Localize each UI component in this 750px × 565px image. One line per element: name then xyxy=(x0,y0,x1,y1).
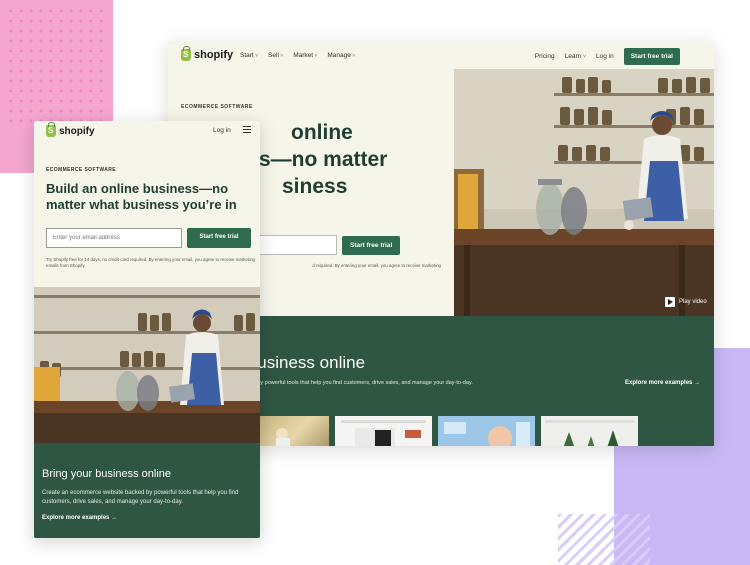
desktop-menu: Start Sell Market Manage xyxy=(240,52,355,59)
woman-at-table-illustration xyxy=(454,69,714,316)
nav-learn[interactable]: Learn ˅ xyxy=(565,53,586,60)
nav-manage[interactable]: Manage xyxy=(327,52,355,59)
example-thumbnail-image xyxy=(545,420,634,446)
example-thumbnail[interactable] xyxy=(438,416,535,446)
nav-market[interactable]: Market xyxy=(293,52,317,59)
mobile-band: Bring your business online Create an eco… xyxy=(34,443,260,538)
mobile-email-input[interactable] xyxy=(46,228,182,248)
woman-at-table-illustration xyxy=(34,287,260,443)
chevron-down-icon: ˅ xyxy=(583,54,586,60)
example-thumbnail-image xyxy=(341,420,426,446)
dot-pattern xyxy=(6,6,106,126)
mobile-band-text: Create an ecommerce website backed by po… xyxy=(42,490,239,505)
stripe-pattern xyxy=(558,514,650,565)
example-thumbnail[interactable] xyxy=(541,416,638,446)
mobile-hero-eyebrow: ECOMMERCE SOFTWARE xyxy=(46,167,116,173)
mobile-view: shopify Log in ECOMMERCE SOFTWARE Build … xyxy=(34,121,260,538)
mobile-start-trial-button[interactable]: Start free trial xyxy=(187,228,251,248)
hamburger-menu-icon[interactable] xyxy=(243,126,251,133)
hero-eyebrow: ECOMMERCE SOFTWARE xyxy=(181,104,253,110)
nav-login[interactable]: Log in xyxy=(596,53,614,60)
nav-sell[interactable]: Sell xyxy=(268,52,283,59)
nav-learn-label: Learn xyxy=(564,53,582,60)
nav-start[interactable]: Start xyxy=(240,52,258,59)
play-icon xyxy=(665,297,675,307)
mobile-hero-photo xyxy=(34,287,260,443)
example-thumbnail[interactable] xyxy=(335,416,432,446)
explore-examples-link[interactable]: Explore more examples → xyxy=(625,380,700,386)
hero-email-input[interactable] xyxy=(248,235,337,255)
shopping-bag-icon xyxy=(181,46,191,61)
shopify-logo[interactable]: shopify xyxy=(181,46,234,61)
example-thumbnails xyxy=(168,416,638,446)
mobile-explore-examples-link[interactable]: Explore more examples → xyxy=(42,515,117,521)
mobile-login-link[interactable]: Log in xyxy=(213,127,231,134)
example-thumbnail-image xyxy=(444,422,530,446)
stage: shopify Start Sell Market Manage Pricing… xyxy=(0,0,750,565)
hero-photo xyxy=(454,69,714,316)
shopping-bag-icon xyxy=(46,122,56,137)
play-video-label: Play video xyxy=(679,299,707,305)
mobile-band-title: Bring your business online xyxy=(42,468,172,480)
mobile-hero-title: Build an online business—no matter what … xyxy=(46,181,237,212)
nav-pricing[interactable]: Pricing xyxy=(535,53,555,60)
shopify-logo[interactable]: shopify xyxy=(46,122,95,137)
nav-start-trial-button[interactable]: Start free trial xyxy=(623,48,680,65)
desktop-nav-right: Pricing Learn ˅ Log in Start free trial xyxy=(535,48,680,65)
desktop-nav: shopify Start Sell Market Manage Pricing… xyxy=(168,41,714,69)
logo-text: shopify xyxy=(194,49,234,61)
logo-text: shopify xyxy=(59,125,95,137)
band-text: site backed by powerful tools that help … xyxy=(228,380,473,386)
play-video-control[interactable]: Play video xyxy=(665,297,707,307)
mobile-fine-print: Try Shopify free for 14 days, no credit … xyxy=(46,257,255,268)
hero-start-trial-button[interactable]: Start free trial xyxy=(342,236,401,255)
